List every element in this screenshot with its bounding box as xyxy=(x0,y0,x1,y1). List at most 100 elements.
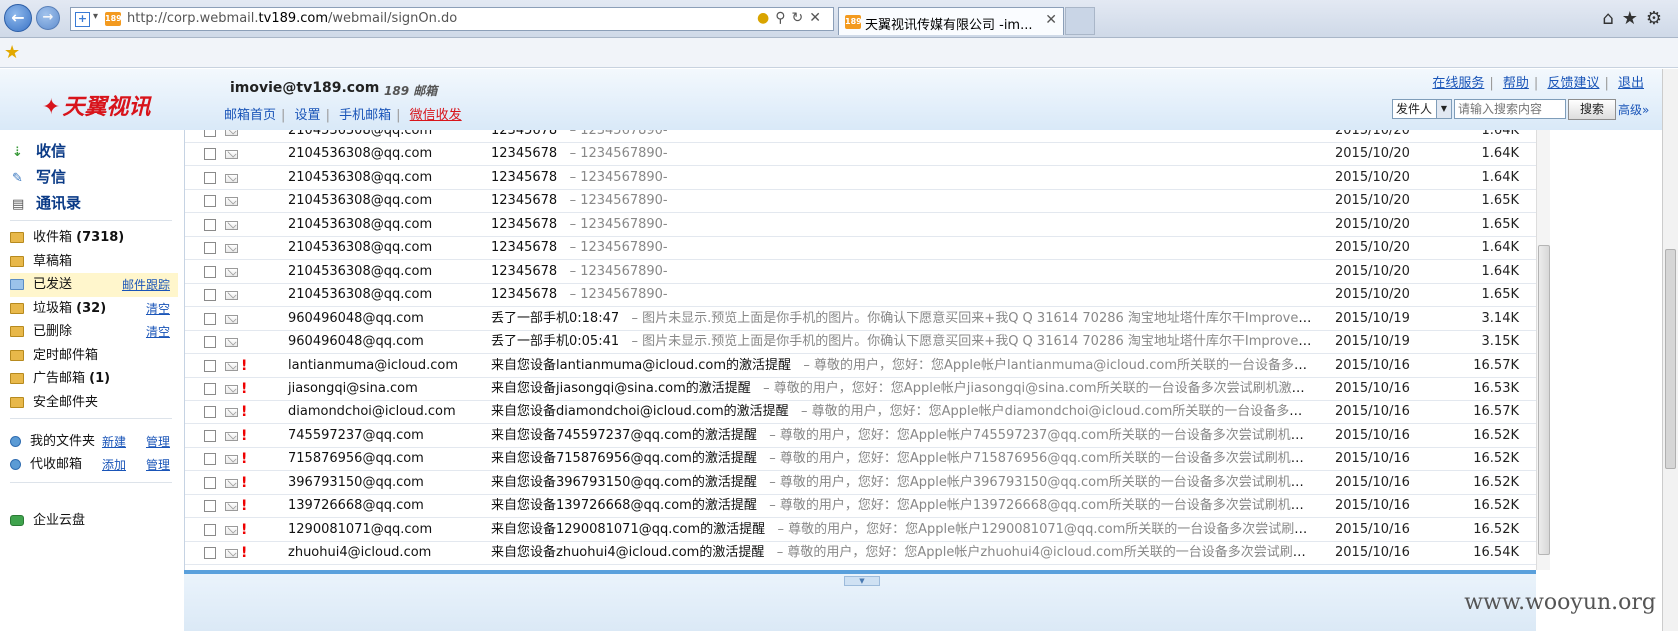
mail-sender[interactable]: 1290081071@qq.com xyxy=(288,519,432,541)
sidebar-item-deleted[interactable]: 已删除 清空 xyxy=(10,320,178,344)
mail-checkbox[interactable] xyxy=(204,242,216,255)
mail-subject[interactable]: 丢了一部手机0:18:47 – 图片未显示.预览上面是你手机的图片。你确认下愿意… xyxy=(491,308,1313,330)
mail-sender[interactable]: diamondchoi@icloud.com xyxy=(288,401,456,423)
mail-subject[interactable]: 12345678 – 1234567890- xyxy=(491,130,1313,142)
mail-sender[interactable]: 715876956@qq.com xyxy=(288,448,424,470)
nav-settings[interactable]: 设置 xyxy=(295,108,321,123)
mail-subject[interactable]: 12345678 – 1234567890- xyxy=(491,167,1313,189)
help-link[interactable]: 帮助 xyxy=(1503,76,1529,91)
mail-checkbox[interactable] xyxy=(204,171,216,184)
sidebar-item-drafts[interactable]: 草稿箱 xyxy=(10,250,178,274)
mail-checkbox[interactable] xyxy=(204,500,216,513)
mail-row[interactable]: 960496048@qq.com 丢了一部手机0:05:41 – 图片未显示.预览… xyxy=(185,331,1536,355)
chevron-down-icon[interactable]: ▾ xyxy=(93,11,98,22)
search-field-select[interactable]: 发件人 ▼ xyxy=(1392,99,1452,119)
home-icon[interactable]: ⌂ xyxy=(1602,8,1621,29)
mail-row[interactable]: 2104536308@qq.com 12345678 – 1234567890- 2… xyxy=(185,284,1536,308)
mail-row[interactable]: ! 139726668@qq.com 来自您设备139726668@qq.com的激… xyxy=(185,495,1536,519)
mail-row[interactable]: ! jiasongqi@sina.com 来自您设备jiasongqi@sina.c… xyxy=(185,378,1536,401)
mail-sender[interactable]: 2104536308@qq.com xyxy=(288,284,432,306)
sidebar-item-compose[interactable]: ✎ 写信 xyxy=(12,166,66,187)
add-collect-link[interactable]: 添加 xyxy=(102,453,126,477)
nav-mobile-mail[interactable]: 手机邮箱 xyxy=(339,108,391,123)
address-bar[interactable]: + ▾ 189 http://corp.webmail.tv189.com/we… xyxy=(70,7,834,31)
mail-subject[interactable]: 来自您设备139726668@qq.com的激活提醒 – 尊敬的用户，您好：您A… xyxy=(491,495,1313,517)
mail-checkbox[interactable] xyxy=(204,130,216,137)
mail-subject[interactable]: 12345678 – 1234567890- xyxy=(491,237,1313,259)
favorites-star-icon[interactable]: ★ xyxy=(1622,8,1646,29)
advanced-search-link[interactable]: 高级» xyxy=(1618,101,1649,118)
sidebar-item-secure[interactable]: 安全邮件夹 xyxy=(10,391,178,415)
mail-sender[interactable]: 2104536308@qq.com xyxy=(288,167,432,189)
mail-subject[interactable]: 12345678 – 1234567890- xyxy=(491,214,1313,236)
mail-checkbox[interactable] xyxy=(204,453,216,466)
mail-subject[interactable]: 来自您设备1290081071@qq.com的激活提醒 – 尊敬的用户，您好：您… xyxy=(491,519,1313,541)
mail-row[interactable]: ! zhuohui4@icloud.com 来自您设备zhuohui4@icloud… xyxy=(185,542,1536,566)
new-folder-link[interactable]: 新建 xyxy=(102,430,126,454)
mail-checkbox[interactable] xyxy=(204,429,216,442)
empty-trash-link[interactable]: 清空 xyxy=(146,297,170,321)
mail-sender[interactable]: 2104536308@qq.com xyxy=(288,130,432,142)
mail-sender[interactable]: 745597237@qq.com xyxy=(288,425,424,447)
mail-row[interactable]: 2104536308@qq.com 12345678 – 1234567890- 2… xyxy=(185,261,1536,284)
mail-row[interactable]: ! 745597237@qq.com 来自您设备745597237@qq.com的激… xyxy=(185,425,1536,448)
add-favorite-icon[interactable]: + xyxy=(75,12,90,27)
mail-sender[interactable]: 2104536308@qq.com xyxy=(288,261,432,283)
mail-checkbox[interactable] xyxy=(204,382,216,395)
sidebar-item-collect-mail[interactable]: 代收邮箱 添加 管理 xyxy=(10,453,178,477)
collapse-arrow-icon[interactable]: ▼ xyxy=(844,576,880,586)
mail-checkbox[interactable] xyxy=(204,406,216,419)
mail-row[interactable]: 2104536308@qq.com 12345678 – 1234567890- 2… xyxy=(185,143,1536,167)
mail-row[interactable]: ! diamondchoi@icloud.com 来自您设备diamondchoi@… xyxy=(185,401,1536,425)
mail-checkbox[interactable] xyxy=(204,289,216,302)
mail-sender[interactable]: 960496048@qq.com xyxy=(288,331,424,353)
mail-subject[interactable]: 来自您设备lantianmuma@icloud.com的激活提醒 – 尊敬的用户… xyxy=(491,355,1313,377)
search-button[interactable]: 搜索 xyxy=(1568,99,1616,120)
mail-checkbox[interactable] xyxy=(204,523,216,536)
mail-checkbox[interactable] xyxy=(204,547,216,560)
sidebar-item-scheduled[interactable]: 定时邮件箱 xyxy=(10,344,178,368)
manage-folders-link[interactable]: 管理 xyxy=(146,430,170,454)
search-input[interactable] xyxy=(1454,99,1566,119)
nav-wechat[interactable]: 微信收发 xyxy=(410,108,462,123)
tab-close-icon[interactable]: ✕ xyxy=(1045,12,1057,28)
mail-checkbox[interactable] xyxy=(204,312,216,325)
mail-row[interactable]: 2104536308@qq.com 12345678 – 1234567890- 2… xyxy=(185,190,1536,214)
mail-sender[interactable]: zhuohui4@icloud.com xyxy=(288,542,431,564)
favorites-add-icon[interactable]: ★ xyxy=(4,42,20,63)
browser-tab[interactable]: 189 天翼视讯传媒有限公司 -im... ✕ xyxy=(838,7,1064,35)
mail-row[interactable]: ! lantianmuma@icloud.com 来自您设备lantianmuma@… xyxy=(185,355,1536,378)
search-icon[interactable]: ⚲ xyxy=(775,10,791,26)
sidebar-item-my-folders[interactable]: 我的文件夹 新建 管理 xyxy=(10,430,178,454)
sidebar-item-ads[interactable]: 广告邮箱 (1) xyxy=(10,367,178,391)
mail-subject[interactable]: 来自您设备jiasongqi@sina.com的激活提醒 – 尊敬的用户，您好：… xyxy=(491,378,1313,400)
mail-sender[interactable]: 960496048@qq.com xyxy=(288,308,424,330)
mail-subject[interactable]: 来自您设备zhuohui4@icloud.com的激活提醒 – 尊敬的用户，您好… xyxy=(491,542,1313,564)
mail-row[interactable]: 2104536308@qq.com 12345678 – 1234567890- 2… xyxy=(185,167,1536,190)
sidebar-item-receive[interactable]: ⇣ 收信 xyxy=(12,140,66,161)
gear-icon[interactable]: ⚙ xyxy=(1646,8,1670,29)
mail-sender[interactable]: 396793150@qq.com xyxy=(288,472,424,494)
mail-subject[interactable]: 丢了一部手机0:05:41 – 图片未显示.预览上面是你手机的图片。你确认下愿意… xyxy=(491,331,1313,353)
sidebar-item-sent[interactable]: 已发送 邮件跟踪 xyxy=(10,273,178,297)
sidebar-item-inbox[interactable]: 收件箱 (7318) xyxy=(10,226,178,250)
mail-subject[interactable]: 来自您设备diamondchoi@icloud.com的激活提醒 – 尊敬的用户… xyxy=(491,401,1313,423)
mail-row[interactable]: ! 1290081071@qq.com 来自您设备1290081071@qq.com… xyxy=(185,519,1536,542)
mail-subject[interactable]: 来自您设备396793150@qq.com的激活提醒 – 尊敬的用户，您好：您A… xyxy=(491,472,1313,494)
mail-checkbox[interactable] xyxy=(204,336,216,349)
mail-row[interactable]: ! 396793150@qq.com 来自您设备396793150@qq.com的激… xyxy=(185,472,1536,495)
mail-row[interactable]: 2104536308@qq.com 12345678 – 1234567890- 2… xyxy=(185,130,1536,143)
mail-sender[interactable]: lantianmuma@icloud.com xyxy=(288,355,458,377)
sidebar-item-cloud-drive[interactable]: 企业云盘 xyxy=(10,509,178,533)
mail-subject[interactable]: 12345678 – 1234567890- xyxy=(491,284,1313,306)
feedback-link[interactable]: 反馈建议 xyxy=(1547,76,1599,91)
mail-sender[interactable]: 2104536308@qq.com xyxy=(288,237,432,259)
mail-subject[interactable]: 来自您设备715876956@qq.com的激活提醒 – 尊敬的用户，您好：您A… xyxy=(491,448,1313,470)
mail-sender[interactable]: 2104536308@qq.com xyxy=(288,143,432,165)
mail-sender[interactable]: 139726668@qq.com xyxy=(288,495,424,517)
mail-checkbox[interactable] xyxy=(204,359,216,372)
online-service-link[interactable]: 在线服务 xyxy=(1432,76,1484,91)
sidebar-item-trash[interactable]: 垃圾箱 (32) 清空 xyxy=(10,297,178,321)
mail-checkbox[interactable] xyxy=(204,148,216,161)
page-scrollbar[interactable] xyxy=(1662,69,1678,631)
